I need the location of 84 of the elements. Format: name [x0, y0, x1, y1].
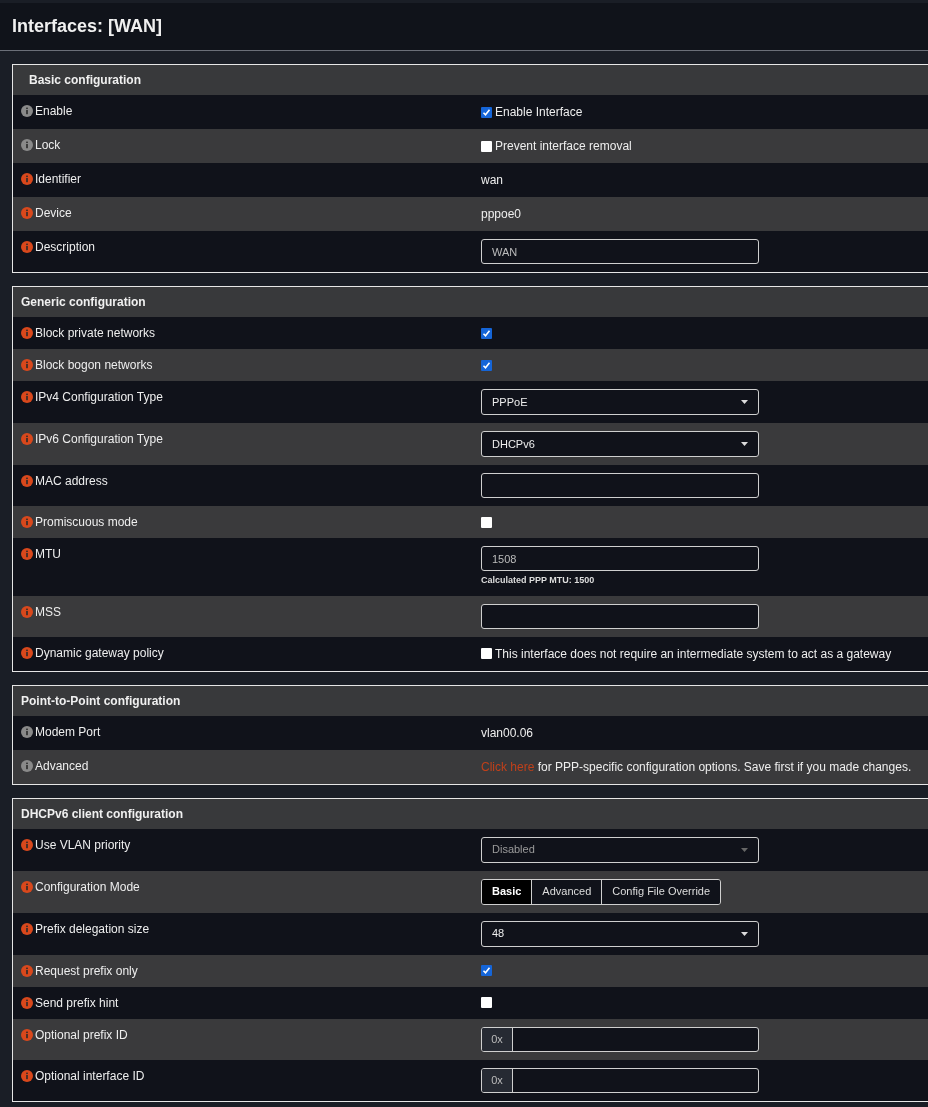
field-label: MAC address [35, 474, 108, 488]
dropdown[interactable]: PPPoE [481, 389, 759, 415]
info-icon[interactable] [21, 880, 33, 893]
input-field[interactable] [481, 473, 759, 498]
field-label: Enable [35, 104, 73, 118]
section-title: Point-to-Point configuration [21, 692, 181, 710]
checkbox[interactable] [481, 359, 492, 371]
info-icon[interactable] [21, 548, 33, 560]
checkbox-label: This interface does not require an intermediate system to act as a gateway [495, 645, 892, 663]
input-prefix: 0x [482, 1027, 513, 1051]
caret-icon [741, 847, 748, 852]
checkbox[interactable] [481, 965, 492, 976]
field-value: pppoe0 [481, 206, 523, 223]
checkbox[interactable] [481, 648, 492, 659]
info-icon[interactable] [21, 391, 33, 403]
field-value: vlan00.06 [481, 724, 535, 742]
caret-icon [741, 931, 748, 936]
info-icon[interactable] [21, 646, 33, 659]
mode-tab[interactable]: Config File Override [601, 879, 721, 904]
section-title: Basic configuration [28, 72, 141, 89]
info-icon[interactable] [21, 475, 33, 487]
field-label: Prefix delegation size [35, 921, 150, 936]
checkbox[interactable] [481, 106, 492, 118]
info-icon[interactable] [21, 433, 33, 445]
field-label: MSS [35, 604, 61, 619]
field-label: Advanced [35, 758, 89, 773]
field-label: Optional interface ID [35, 1068, 145, 1083]
checkbox[interactable] [481, 997, 492, 1008]
mode-tab[interactable]: Advanced [531, 879, 602, 904]
field-label: Block private networks [35, 326, 156, 340]
section-title: Generic configuration [21, 294, 146, 311]
field-label: Description [35, 240, 96, 254]
mode-tab[interactable]: Basic [482, 879, 532, 904]
info-icon[interactable] [21, 359, 33, 371]
section-title: DHCPv6 client configuration [21, 805, 184, 823]
field-label: Block bogon networks [35, 358, 153, 372]
field-label: Optional prefix ID [35, 1027, 128, 1042]
checkbox-label: Prevent interface removal [495, 138, 632, 155]
info-icon[interactable] [21, 207, 33, 219]
input-prefix: 0x [482, 1068, 513, 1092]
caret-icon [741, 442, 748, 446]
help-text: Calculated PPP MTU: 1500 [481, 574, 596, 587]
info-icon[interactable] [21, 173, 33, 185]
field-label: Request prefix only [35, 963, 138, 978]
info-icon[interactable] [21, 1028, 33, 1041]
field-label: MTU [35, 547, 61, 561]
checkbox[interactable] [481, 516, 492, 528]
info-icon[interactable] [21, 1069, 33, 1082]
info-icon[interactable] [21, 996, 33, 1009]
field-label: Device [35, 206, 72, 220]
field-label: IPv4 Configuration Type [35, 390, 163, 404]
checkbox[interactable] [481, 140, 492, 152]
field-label: Promiscuous mode [35, 515, 138, 529]
checkbox[interactable] [481, 327, 492, 339]
dropdown[interactable]: DHCPv6 [481, 431, 759, 457]
input-field[interactable]: 0x [481, 1026, 759, 1052]
field-label: Use VLAN priority [35, 837, 131, 852]
info-icon[interactable] [21, 105, 33, 117]
field-value: wan [481, 172, 504, 189]
field-label: Configuration Mode [35, 879, 140, 894]
field-label: IPv6 Configuration Type [35, 432, 163, 446]
field-label: Modem Port [35, 724, 101, 739]
input-field[interactable]: WAN [481, 239, 759, 264]
field-label: Send prefix hint [35, 995, 119, 1010]
info-icon[interactable] [21, 964, 33, 977]
caret-icon [741, 400, 748, 404]
info-icon[interactable] [21, 605, 33, 618]
info-icon[interactable] [21, 922, 33, 935]
field-label: Identifier [35, 172, 82, 186]
input-field[interactable]: 0x [481, 1067, 759, 1093]
info-icon[interactable] [21, 327, 33, 339]
field-label: Dynamic gateway policy [35, 645, 164, 660]
field-label: Lock [35, 138, 61, 152]
page-title: Interfaces: [WAN] [12, 15, 163, 38]
info-icon[interactable] [21, 725, 33, 738]
checkbox-label: Enable Interface [495, 104, 583, 121]
info-icon[interactable] [21, 241, 33, 253]
info-icon[interactable] [21, 139, 33, 151]
help-text: Click here for PPP-specific configuration options. Save first if you made changes. [481, 758, 913, 776]
info-icon[interactable] [21, 516, 33, 528]
input-field[interactable]: 1508 [481, 546, 759, 571]
dropdown[interactable]: 48 [481, 920, 759, 947]
input-field[interactable] [481, 603, 759, 629]
info-icon[interactable] [21, 759, 33, 772]
